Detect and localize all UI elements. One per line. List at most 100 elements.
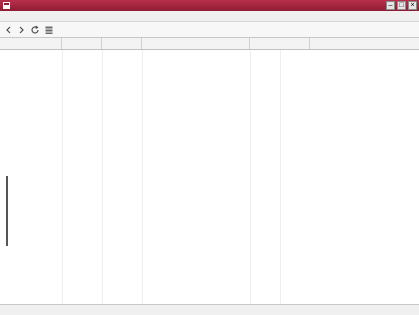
table-cell (4, 134, 60, 141)
table-row[interactable] (0, 64, 280, 71)
table-cell (252, 50, 278, 57)
table-cell (252, 176, 278, 183)
table-cell (64, 169, 100, 176)
table-cell (64, 274, 100, 281)
table-row[interactable] (0, 134, 280, 141)
column-header[interactable] (62, 38, 102, 49)
table-row[interactable] (0, 204, 280, 211)
table-row[interactable] (0, 183, 280, 190)
table-row[interactable] (0, 232, 280, 239)
table-cell (64, 260, 100, 267)
table-cell (104, 85, 140, 92)
table-cell (4, 85, 60, 92)
table-cell (144, 260, 248, 267)
table-row[interactable] (0, 85, 280, 92)
table-cell (64, 120, 100, 127)
table-cell (4, 92, 60, 99)
table-cell (144, 141, 248, 148)
table-row[interactable] (0, 50, 280, 57)
table-row[interactable] (0, 99, 280, 106)
table-cell (144, 239, 248, 246)
table-cell (64, 127, 100, 134)
table-cell (252, 218, 278, 225)
table-row[interactable] (0, 148, 280, 155)
table-cell (144, 64, 248, 71)
minimize-button[interactable]: – (386, 1, 395, 10)
table-row[interactable] (0, 176, 280, 183)
table-cell (252, 127, 278, 134)
table-cell (64, 162, 100, 169)
table-row[interactable] (0, 246, 280, 253)
table-cell (64, 232, 100, 239)
table-cell (104, 169, 140, 176)
close-button[interactable]: × (408, 1, 417, 10)
table-row[interactable] (0, 169, 280, 176)
table-cell (64, 50, 100, 57)
table-cell (104, 162, 140, 169)
title-bar[interactable]: – □ × (0, 0, 419, 11)
table-cell (252, 169, 278, 176)
table-cell (104, 239, 140, 246)
table-cell (64, 106, 100, 113)
table-cell (144, 169, 248, 176)
table-row[interactable] (0, 92, 280, 99)
refresh-icon[interactable] (30, 25, 40, 35)
table-cell (252, 274, 278, 281)
table-row[interactable] (0, 281, 280, 288)
table-row[interactable] (0, 211, 280, 218)
column-header[interactable] (0, 38, 62, 49)
table-row[interactable] (0, 57, 280, 64)
table-row[interactable] (0, 155, 280, 162)
table-row[interactable] (0, 120, 280, 127)
table-cell (104, 211, 140, 218)
table-row[interactable] (0, 141, 280, 148)
table-cell (104, 50, 140, 57)
table-cell (252, 281, 278, 288)
arrow-right-icon[interactable] (16, 25, 26, 35)
table-row[interactable] (0, 218, 280, 225)
table-cell (64, 113, 100, 120)
table-row[interactable] (0, 162, 280, 169)
table-row[interactable] (0, 78, 280, 85)
column-header[interactable] (102, 38, 142, 49)
scroll-marker[interactable] (6, 176, 8, 246)
table-cell (104, 134, 140, 141)
table-row[interactable] (0, 71, 280, 78)
table-row[interactable] (0, 253, 280, 260)
table-cell (4, 148, 60, 155)
table-row[interactable] (0, 113, 280, 120)
table-cell (144, 162, 248, 169)
table-row[interactable] (0, 225, 280, 232)
maximize-button[interactable]: □ (397, 1, 406, 10)
table-cell (252, 253, 278, 260)
table-row[interactable] (0, 190, 280, 197)
table-cell (64, 92, 100, 99)
table-row[interactable] (0, 267, 280, 274)
table-row[interactable] (0, 127, 280, 134)
table-cell (64, 85, 100, 92)
menu-item[interactable] (22, 11, 28, 21)
table-cell (104, 78, 140, 85)
view-icon[interactable] (44, 25, 54, 35)
menu-item[interactable] (12, 11, 18, 21)
menu-item[interactable] (32, 11, 38, 21)
arrow-left-icon[interactable] (4, 25, 14, 35)
table-cell (64, 134, 100, 141)
table-cell (64, 190, 100, 197)
table-row[interactable] (0, 106, 280, 113)
table-cell (104, 267, 140, 274)
table-row[interactable] (0, 274, 280, 281)
menu-item[interactable] (42, 11, 48, 21)
table-cell (144, 274, 248, 281)
table-cell (252, 120, 278, 127)
table-cell (104, 183, 140, 190)
column-header[interactable] (250, 38, 310, 49)
table-cell (144, 232, 248, 239)
table-row[interactable] (0, 239, 280, 246)
table-cell (104, 92, 140, 99)
table-row[interactable] (0, 260, 280, 267)
file-list[interactable] (0, 38, 419, 304)
table-cell (144, 113, 248, 120)
column-header[interactable] (142, 38, 250, 49)
table-row[interactable] (0, 197, 280, 204)
